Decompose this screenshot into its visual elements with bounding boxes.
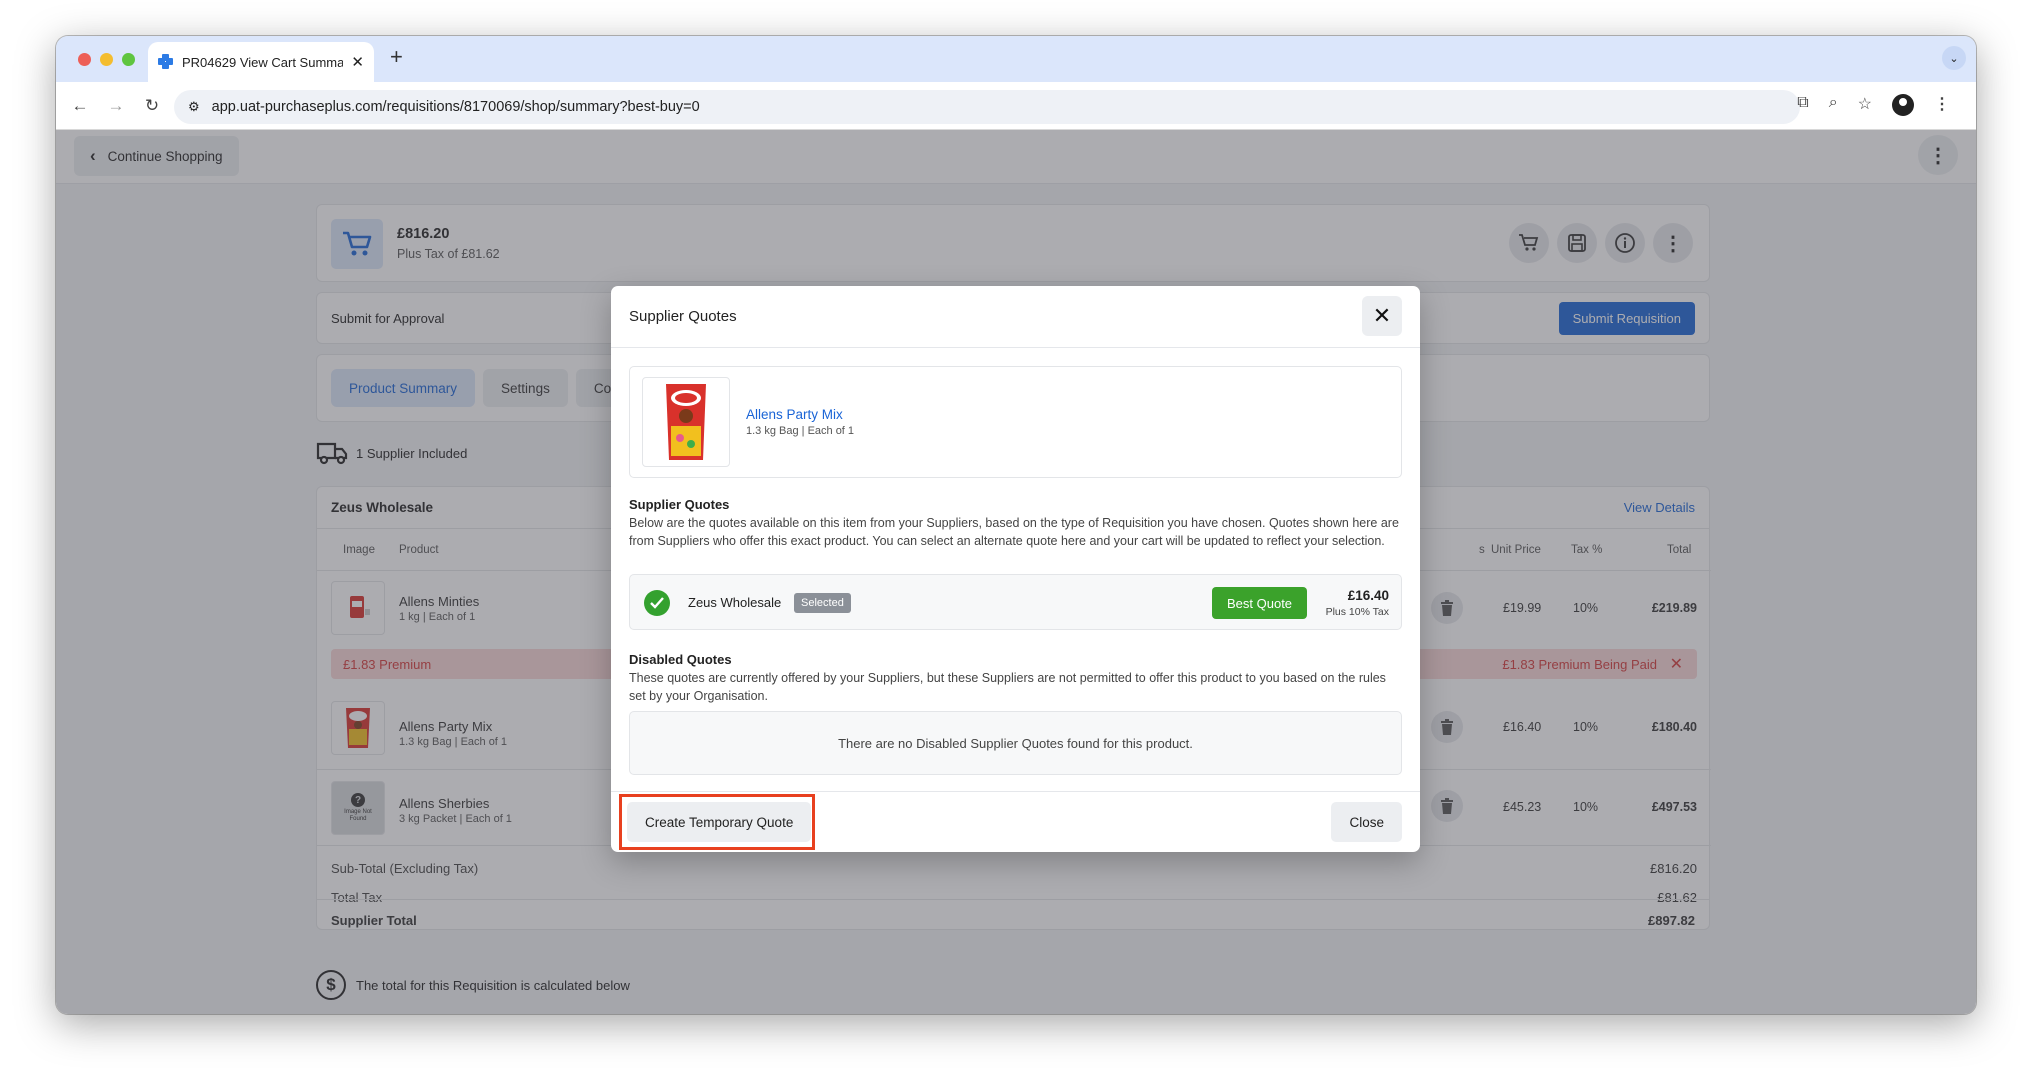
disabled-quotes-description: These quotes are currently offered by yo…	[629, 671, 1386, 703]
selected-badge: Selected	[794, 593, 851, 613]
browser-toolbar: ← → ↻ ⚙ app.uat-purchaseplus.com/requisi…	[56, 82, 1976, 130]
modal-product-name-link[interactable]: Allens Party Mix	[746, 407, 843, 422]
tab-strip: PR04629 View Cart Summary ✕ + ⌄	[56, 36, 1976, 82]
minimize-window-icon[interactable]	[100, 53, 113, 66]
toolbar-actions: ⧉ ⌕ ☆ ⋮	[1797, 94, 1950, 116]
disabled-quotes-empty: There are no Disabled Supplier Quotes fo…	[629, 711, 1402, 775]
close-button[interactable]: Close	[1331, 802, 1402, 842]
browser-tab[interactable]: PR04629 View Cart Summary ✕	[148, 42, 374, 82]
purchaseplus-favicon-icon	[158, 54, 174, 70]
maximize-window-icon[interactable]	[122, 53, 135, 66]
modal-title: Supplier Quotes	[629, 308, 737, 325]
quote-row[interactable]: Zeus Wholesale Selected Best Quote £16.4…	[629, 574, 1402, 630]
chrome-menu-icon[interactable]: ⋮	[1934, 94, 1950, 116]
quote-price: £16.40	[1347, 588, 1389, 603]
create-temporary-quote-button[interactable]: Create Temporary Quote	[627, 802, 812, 842]
forward-icon[interactable]: →	[104, 94, 128, 118]
profile-avatar-icon[interactable]	[1892, 94, 1914, 116]
modal-header: Supplier Quotes	[611, 286, 1420, 348]
tab-search-chevron-icon[interactable]: ⌄	[1942, 46, 1966, 70]
browser-window: PR04629 View Cart Summary ✕ + ⌄ ← → ↻ ⚙ …	[56, 36, 1976, 1014]
supplier-quotes-heading: Supplier Quotes	[629, 497, 730, 512]
selected-check-icon	[644, 590, 670, 616]
window-controls	[78, 53, 135, 66]
party-mix-image	[642, 377, 730, 467]
address-bar[interactable]: ⚙ app.uat-purchaseplus.com/requisitions/…	[174, 90, 1800, 124]
best-quote-badge: Best Quote	[1212, 587, 1308, 619]
disabled-quotes-heading: Disabled Quotes	[629, 652, 732, 667]
quote-tax-note: Plus 10% Tax	[1325, 606, 1389, 618]
zoom-icon[interactable]: ⌕	[1829, 94, 1838, 116]
modal-product-card: Allens Party Mix 1.3 kg Bag | Each of 1	[629, 366, 1402, 478]
close-window-icon[interactable]	[78, 53, 91, 66]
install-app-icon[interactable]: ⧉	[1797, 94, 1808, 116]
supplier-quotes-description: Below are the quotes available on this i…	[629, 516, 1399, 548]
site-settings-icon[interactable]: ⚙	[188, 99, 200, 115]
supplier-quotes-modal: Supplier Quotes ✕ Allens Party Mix 1.3 k…	[611, 286, 1420, 852]
disabled-quotes-empty-text: There are no Disabled Supplier Quotes fo…	[838, 735, 1193, 751]
reload-icon[interactable]: ↻	[140, 94, 164, 118]
bookmark-star-icon[interactable]: ☆	[1858, 94, 1872, 116]
modal-footer: Create Temporary Quote Close	[611, 791, 1420, 852]
quote-supplier-name: Zeus Wholesale	[688, 595, 782, 610]
tab-close-icon[interactable]: ✕	[351, 53, 364, 71]
tab-title: PR04629 View Cart Summary	[182, 54, 344, 70]
new-tab-icon[interactable]: +	[390, 46, 403, 68]
url-text: app.uat-purchaseplus.com/requisitions/81…	[211, 99, 700, 115]
modal-product-detail: 1.3 kg Bag | Each of 1	[746, 425, 855, 437]
back-icon[interactable]: ←	[68, 94, 92, 118]
modal-close-icon[interactable]: ✕	[1362, 296, 1402, 336]
